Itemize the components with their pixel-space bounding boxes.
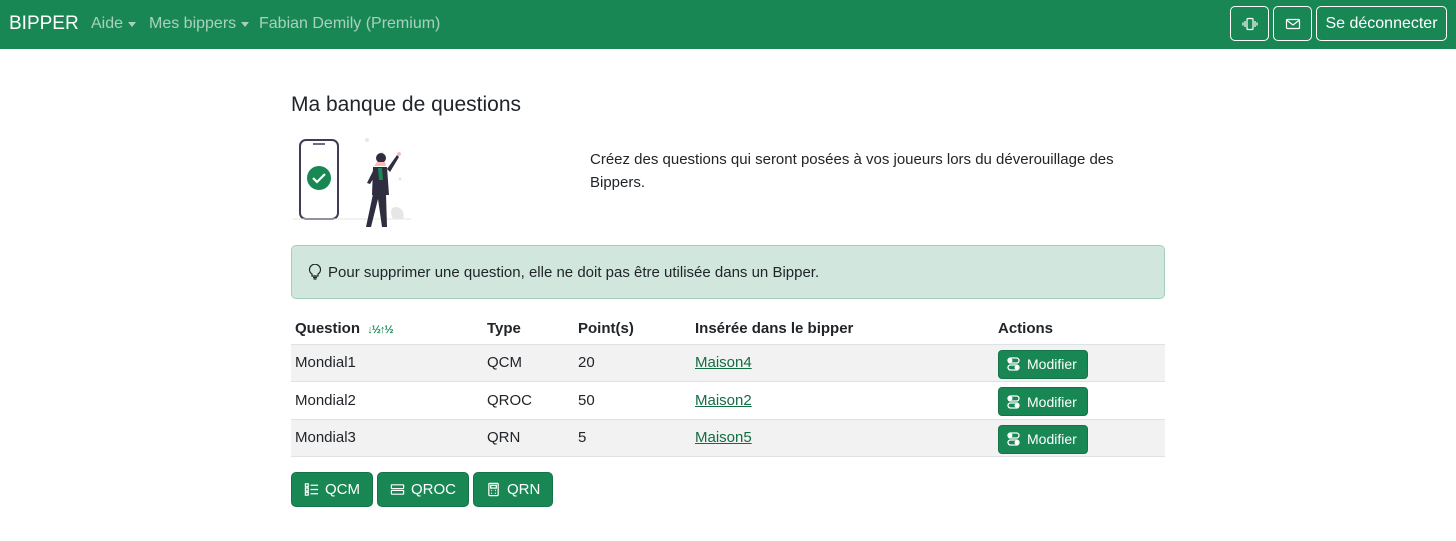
table-row: Mondial2 QROC 50 Maison2 Modifier xyxy=(291,381,1165,420)
lightbulb-icon xyxy=(308,264,322,280)
caret-down-icon xyxy=(128,21,137,27)
add-qcm-label: QCM xyxy=(325,481,360,498)
cell-bipper: Maison4 xyxy=(691,344,994,382)
nav-mes-bippers-dropdown[interactable]: Mes bippers xyxy=(149,15,250,33)
header-question: Question ↓½↑½ xyxy=(291,313,483,345)
cell-question: Mondial2 xyxy=(291,381,483,420)
table-row: Mondial1 QCM 20 Maison4 Modifier xyxy=(291,344,1165,382)
toggles-icon xyxy=(1007,432,1020,446)
header-bipper: Insérée dans le bipper xyxy=(691,313,994,345)
cell-points: 50 xyxy=(574,381,691,420)
navbar: BIPPER Aide Mes bippers Fabian Demily (P… xyxy=(0,0,1456,49)
questions-table: Question ↓½↑½ Type Point(s) Insérée dans… xyxy=(291,313,1165,457)
modify-button[interactable]: Modifier xyxy=(998,349,1088,379)
vibrate-icon xyxy=(1241,17,1258,30)
envelope-icon xyxy=(1285,18,1300,29)
table-row: Mondial3 QRN 5 Maison5 Modifier xyxy=(291,419,1165,457)
cell-type: QROC xyxy=(483,381,574,420)
cell-type: QCM xyxy=(483,344,574,382)
add-qcm-button[interactable]: QCM xyxy=(291,472,373,507)
cell-bipper: Maison5 xyxy=(691,419,994,457)
cell-points: 5 xyxy=(574,419,691,457)
modify-button[interactable]: Modifier xyxy=(998,387,1088,417)
mail-button[interactable] xyxy=(1273,6,1312,41)
nav-aide-label: Aide xyxy=(91,15,124,32)
add-qroc-button[interactable]: QROC xyxy=(377,472,469,507)
cell-actions: Modifier xyxy=(994,344,1165,382)
cell-question: Mondial3 xyxy=(291,419,483,457)
caret-down-icon xyxy=(241,21,250,27)
logout-button[interactable]: Se déconnecter xyxy=(1316,6,1447,41)
header-actions: Actions xyxy=(994,313,1165,345)
brand-logo[interactable]: BIPPER xyxy=(9,13,79,35)
modify-label: Modifier xyxy=(1027,393,1077,410)
vibrate-button[interactable] xyxy=(1230,6,1269,41)
intro-text: Créez des questions qui seront posées à … xyxy=(590,151,1114,191)
bipper-link[interactable]: Maison4 xyxy=(695,354,752,371)
header-points: Point(s) xyxy=(574,313,691,345)
calculator-icon xyxy=(488,482,499,497)
cell-question: Mondial1 xyxy=(291,344,483,382)
cell-actions: Modifier xyxy=(994,381,1165,420)
toggles-icon xyxy=(1007,357,1020,371)
list-check-icon xyxy=(304,483,319,496)
cell-points: 20 xyxy=(574,344,691,382)
person-phone-illustration xyxy=(293,138,411,227)
add-qroc-label: QROC xyxy=(411,481,456,498)
bipper-link[interactable]: Maison2 xyxy=(695,392,752,409)
nav-aide-dropdown[interactable]: Aide xyxy=(91,15,137,33)
add-qrn-button[interactable]: QRN xyxy=(473,472,554,507)
cell-bipper: Maison2 xyxy=(691,381,994,420)
modify-label: Modifier xyxy=(1027,431,1077,448)
input-field-icon xyxy=(390,484,405,495)
cell-actions: Modifier xyxy=(994,419,1165,457)
sort-icon[interactable]: ↓½↑½ xyxy=(367,324,393,336)
page-title: Ma banque de questions xyxy=(291,93,522,116)
header-question-label: Question xyxy=(295,319,361,337)
modify-button[interactable]: Modifier xyxy=(998,424,1088,454)
cell-type: QRN xyxy=(483,419,574,457)
info-alert: Pour supprimer une question, elle ne doi… xyxy=(291,245,1165,299)
bipper-link[interactable]: Maison5 xyxy=(695,429,752,446)
toggles-icon xyxy=(1007,395,1020,409)
alert-text: Pour supprimer une question, elle ne doi… xyxy=(328,263,820,281)
add-question-buttons: QCM QROC QRN xyxy=(291,472,554,507)
header-type: Type xyxy=(483,313,574,345)
nav-user-profile[interactable]: Fabian Demily (Premium) xyxy=(259,15,440,33)
nav-mes-bippers-label: Mes bippers xyxy=(149,15,237,32)
modify-label: Modifier xyxy=(1027,356,1077,373)
add-qrn-label: QRN xyxy=(507,481,541,498)
